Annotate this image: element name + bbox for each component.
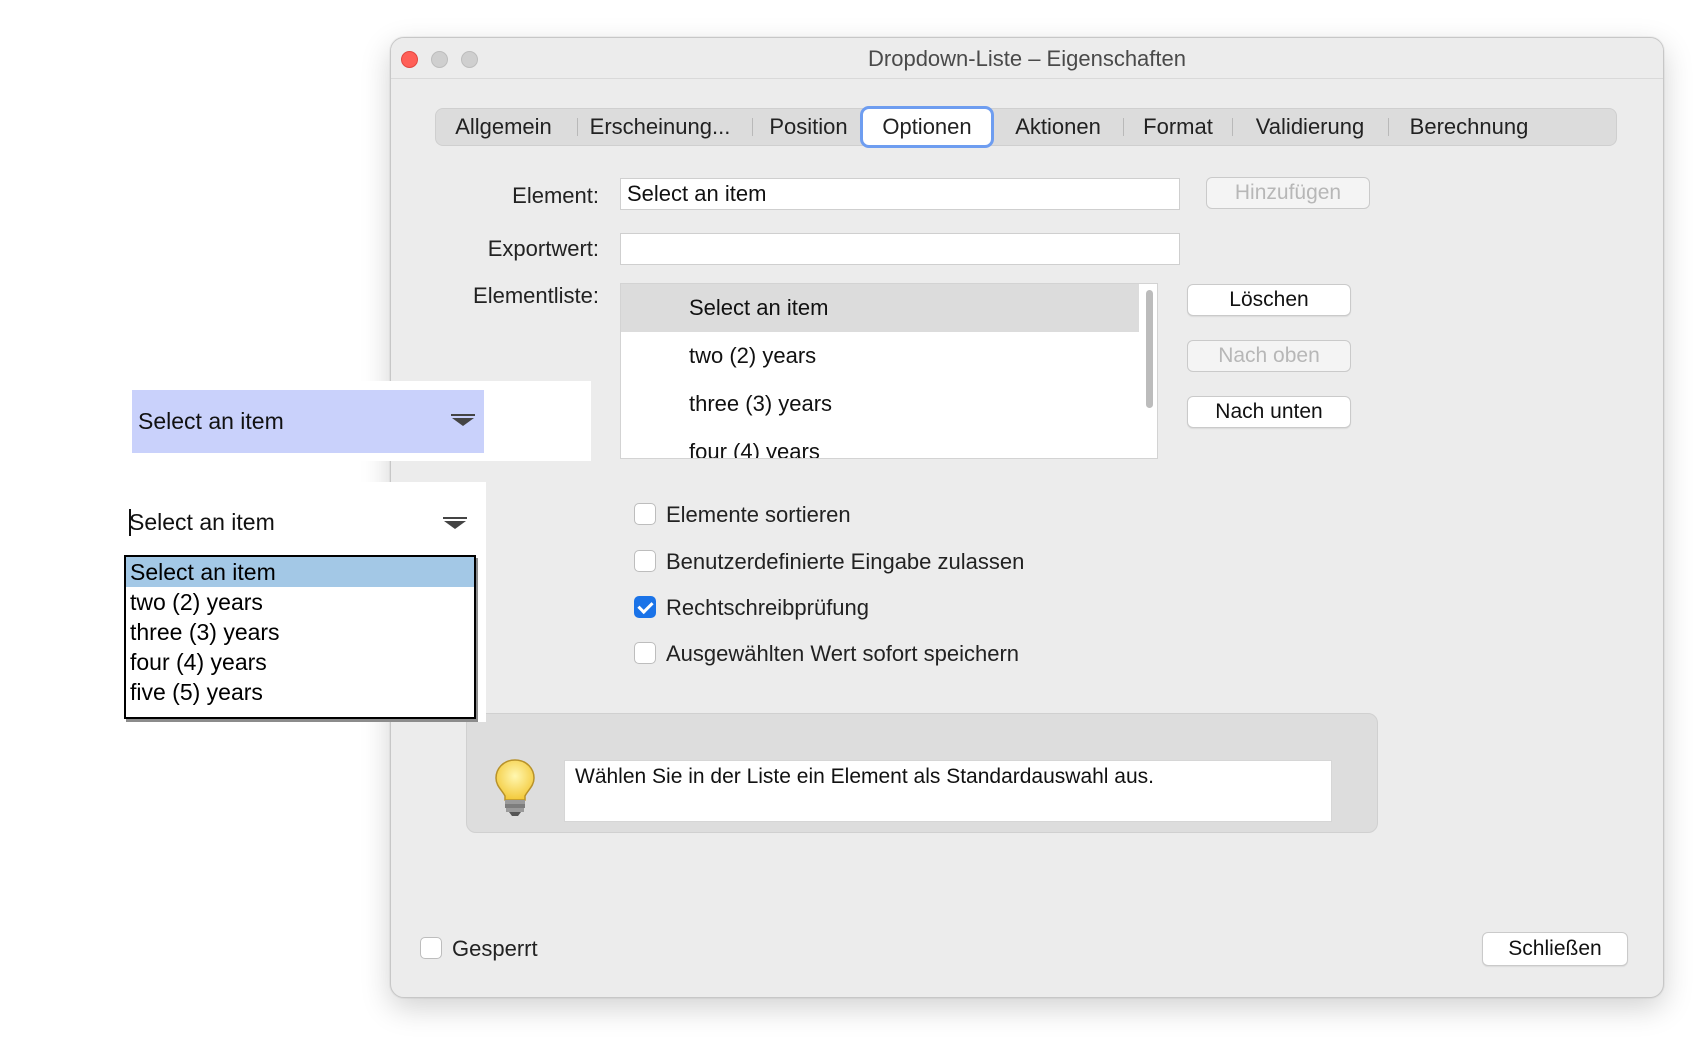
tab-separator — [1388, 118, 1389, 136]
option-label: Elemente sortieren — [666, 502, 851, 527]
popup-item[interactable]: three (3) years — [126, 617, 474, 647]
tab-position[interactable]: Position — [756, 109, 861, 145]
exportwert-input[interactable] — [620, 233, 1180, 265]
list-item[interactable]: two (2) years — [621, 332, 1139, 380]
tab-allgemein[interactable]: Allgemein — [438, 109, 569, 145]
elementliste-label: Elementliste: — [473, 283, 599, 308]
dropdown-arrow-icon[interactable] — [443, 517, 467, 531]
tab-optionen[interactable]: Optionen — [860, 106, 994, 148]
tab-format[interactable]: Format — [1128, 109, 1228, 145]
popup-item[interactable]: Select an item — [126, 557, 474, 587]
checkbox[interactable] — [420, 937, 442, 959]
exportwert-label: Exportwert: — [487, 236, 599, 261]
tab-separator — [1232, 118, 1233, 136]
title-bar[interactable]: Dropdown-Liste – Eigenschaften — [391, 38, 1663, 79]
checkbox[interactable] — [634, 503, 656, 525]
dropdown-field-highlighted[interactable]: Select an item — [132, 390, 484, 453]
list-item[interactable]: three (3) years — [621, 380, 1139, 428]
dropdown-arrow-icon[interactable] — [451, 414, 475, 428]
popup-item[interactable]: two (2) years — [126, 587, 474, 617]
checkbox[interactable] — [634, 642, 656, 664]
tab-validierung[interactable]: Validierung — [1236, 109, 1384, 145]
close-button[interactable]: Schließen — [1482, 932, 1628, 966]
tab-strip: Allgemein Erscheinung... Position Option… — [435, 106, 1617, 148]
dropdown-value: Select an item — [138, 408, 284, 434]
move-down-button[interactable]: Nach unten — [1187, 396, 1351, 428]
list-item[interactable]: Select an item — [621, 284, 1139, 332]
tab-erscheinung[interactable]: Erscheinung... — [580, 109, 740, 145]
tab-separator — [752, 118, 753, 136]
element-input[interactable]: Select an item — [620, 178, 1180, 210]
tab-berechnung[interactable]: Berechnung — [1394, 109, 1544, 145]
element-label: Element: — [512, 183, 599, 208]
tab-separator — [577, 118, 578, 136]
dropdown-field-active[interactable]: Select an item — [129, 502, 479, 542]
add-button[interactable]: Hinzufügen — [1206, 177, 1370, 209]
text-cursor — [129, 509, 131, 536]
delete-button[interactable]: Löschen — [1187, 284, 1351, 316]
element-list[interactable]: Select an item two (2) years three (3) y… — [620, 283, 1158, 459]
option-label: Ausgewählten Wert sofort speichern — [666, 641, 1019, 666]
tab-separator — [1123, 118, 1124, 136]
popup-item[interactable]: five (5) years — [126, 677, 474, 707]
option-label: Benutzerdefinierte Eingabe zulassen — [666, 549, 1025, 574]
list-item[interactable]: four (4) years — [621, 428, 1139, 458]
list-scrollbar[interactable] — [1146, 290, 1153, 408]
dropdown-value: Select an item — [129, 509, 275, 535]
lightbulb-icon — [493, 758, 537, 818]
dropdown-popup-list[interactable]: Select an item two (2) years three (3) y… — [124, 555, 476, 719]
locked-label: Gesperrt — [452, 936, 538, 961]
move-up-button[interactable]: Nach oben — [1187, 340, 1351, 372]
checkbox[interactable] — [634, 550, 656, 572]
checkbox-checked[interactable] — [634, 596, 656, 618]
hint-text: Wählen Sie in der Liste ein Element als … — [564, 760, 1332, 822]
popup-item[interactable]: four (4) years — [126, 647, 474, 677]
option-label: Rechtschreibprüfung — [666, 595, 870, 620]
hint-box: Wählen Sie in der Liste ein Element als … — [466, 713, 1378, 833]
window-title: Dropdown-Liste – Eigenschaften — [868, 46, 1186, 71]
tab-aktionen[interactable]: Aktionen — [1003, 109, 1113, 145]
